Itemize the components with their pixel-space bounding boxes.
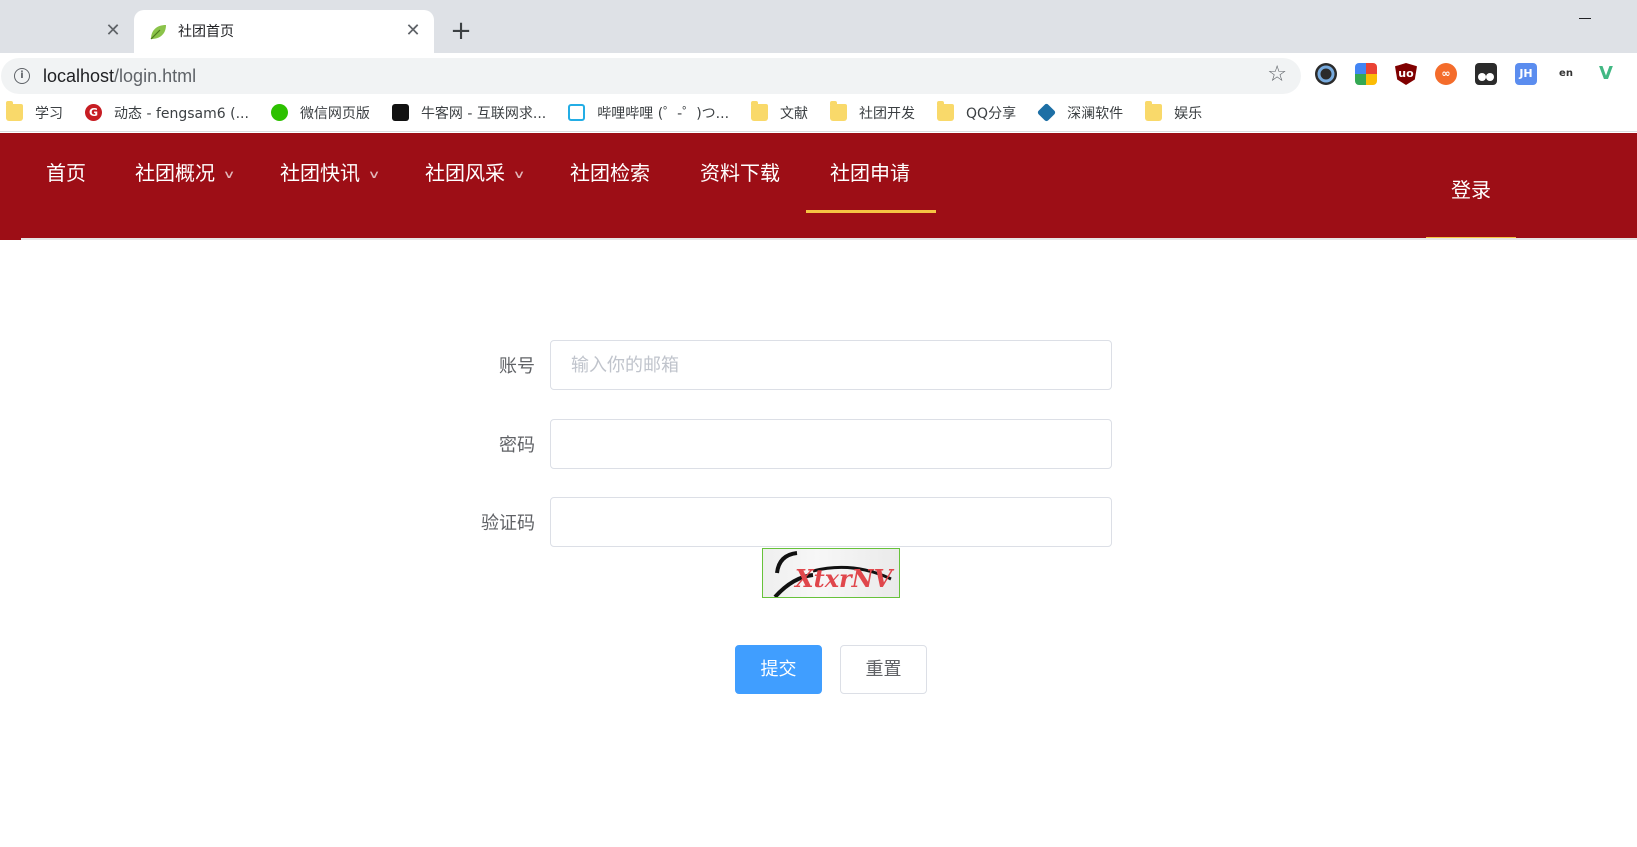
google-translate-extension-icon[interactable] [1355,63,1377,85]
wechat-icon [270,104,288,121]
nav-label: 登录 [1451,178,1491,202]
nav-label: 社团检索 [570,161,650,185]
tampermonkey-extension-icon[interactable] [1475,63,1497,85]
account-label: 账号 [499,356,535,377]
ublock-extension-icon[interactable]: uo [1395,63,1417,85]
extension-icons: uo ∞ JH en V [1315,63,1617,85]
tab-close-icon[interactable]: ✕ [404,22,422,40]
nav-item-gallery[interactable]: 社团风采 ∨ [425,133,526,213]
address-bar[interactable]: i localhost/login.html ☆ [1,58,1301,94]
chevron-down-icon: ∨ [222,167,236,181]
tab-title: 社团首页 [178,24,234,40]
bookmark-folder-study[interactable]: 学习 [6,101,63,123]
bookmark-label: 社团开发 [859,105,916,122]
bookmark-gitee[interactable]: G 动态 - fengsam6 (... [85,103,249,123]
bookmark-label: 深澜软件 [1067,105,1124,122]
chevron-down-icon: ∨ [367,167,381,181]
browser-tab-inactive[interactable]: ✕ [0,10,134,53]
nav-label: 社团申请 [830,161,910,185]
infinity-extension-icon[interactable]: ∞ [1435,63,1457,85]
site-nav-bar: 首页 社团概况 ∨ 社团快讯 ∨ 社团风采 ∨ 社团检索 资料下载 社团申请 登录 [0,133,1637,240]
bookmark-label: 微信网页版 [299,105,370,122]
password-label: 密码 [499,435,535,456]
minimize-window-icon[interactable] [1579,8,1593,22]
browser-toolbar: i localhost/login.html ☆ uo ∞ JH en V [0,53,1637,94]
translate-extension-icon[interactable]: en [1555,63,1577,85]
browser-tab-active[interactable]: 社团首页 ✕ [134,10,434,53]
submit-button[interactable]: 提交 [735,645,822,694]
leaf-favicon-icon [150,25,166,40]
bookmark-label: 学习 [35,105,63,122]
nav-divider [21,238,1637,240]
nav-item-overview[interactable]: 社团概况 ∨ [135,133,236,213]
nav-item-search[interactable]: 社团检索 [570,133,650,213]
nav-label: 首页 [46,161,86,185]
nav-item-apply[interactable]: 社团申请 [830,133,910,213]
jh-extension-icon[interactable]: JH [1515,63,1537,85]
bookmark-folder-qq-share[interactable]: QQ分享 [937,101,1017,123]
account-input[interactable] [550,340,1112,390]
bookmark-label: 娱乐 [1174,105,1203,122]
tab-close-icon[interactable]: ✕ [104,22,122,40]
folder-icon [6,101,23,121]
gitee-icon: G [85,104,102,121]
chevron-down-icon: ∨ [512,167,526,181]
bookmark-srun[interactable]: 深澜软件 [1036,102,1124,123]
nav-label: 资料下载 [700,161,780,185]
url-path: /login.html [114,66,197,86]
folder-icon [751,101,769,121]
vue-devtools-extension-icon[interactable]: V [1595,63,1617,85]
password-input[interactable] [550,419,1112,469]
nowcoder-icon [391,104,409,121]
url-host: localhost [43,66,115,86]
browser-tab-strip: ✕ 社团首页 ✕ + [0,0,1637,53]
bookmark-nowcoder[interactable]: 牛客网 - 互联网求... [391,103,547,123]
bookmark-folder-papers[interactable]: 文献 [751,101,809,123]
folder-icon [937,101,955,121]
nav-label: 社团风采 [425,161,505,185]
nav-item-downloads[interactable]: 资料下载 [700,133,780,213]
nav-active-indicator [806,210,936,213]
nav-item-login[interactable]: 登录 [1426,133,1516,240]
captcha-label: 验证码 [481,513,535,534]
bookmark-label: QQ分享 [966,105,1017,122]
site-info-icon[interactable]: i [14,68,30,84]
color-picker-extension-icon[interactable] [1315,63,1337,85]
folder-icon [830,101,848,121]
bookmark-star-icon[interactable]: ☆ [1267,64,1287,86]
bookmarks-bar: 学习 G 动态 - fengsam6 (... 微信网页版 牛客网 - 互联网求.… [0,94,1637,132]
bookmark-bilibili[interactable]: 哔哩哔哩 (゜-゜)つ... [568,103,729,123]
folder-icon [1145,101,1163,121]
plus-icon[interactable]: + [446,16,476,46]
bookmark-wechat[interactable]: 微信网页版 [270,103,370,123]
captcha-text: XtxrNV [793,564,895,593]
nav-label: 社团快讯 [280,161,360,185]
captcha-input[interactable] [550,497,1112,547]
bookmark-label: 哔哩哔哩 (゜-゜)つ... [597,105,730,122]
captcha-image[interactable]: XtxrNV [762,548,900,598]
nav-label: 社团概况 [135,161,215,185]
srun-icon [1036,102,1057,123]
bookmark-folder-entertainment[interactable]: 娱乐 [1145,101,1203,123]
bookmark-folder-club-dev[interactable]: 社团开发 [830,101,916,123]
bookmark-label: 文献 [780,105,809,122]
nav-item-news[interactable]: 社团快讯 ∨ [280,133,381,213]
bilibili-icon [568,104,586,121]
bookmark-label: 牛客网 - 互联网求... [420,105,547,122]
bookmark-label: 动态 - fengsam6 (... [114,105,249,122]
nav-item-home[interactable]: 首页 [46,133,86,213]
url-text[interactable]: localhost/login.html [43,66,196,87]
reset-button[interactable]: 重置 [840,645,927,694]
